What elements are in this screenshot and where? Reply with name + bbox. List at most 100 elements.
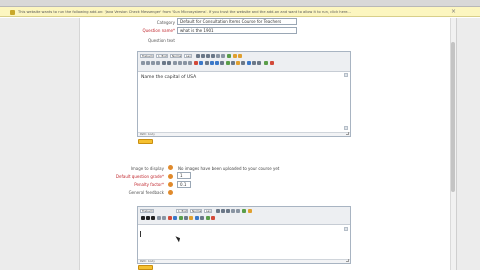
subscript-icon[interactable] (216, 54, 220, 58)
background-color-icon[interactable] (199, 61, 203, 65)
font-family-select[interactable]: Trebuchet (140, 54, 154, 58)
underline-icon[interactable] (226, 209, 230, 213)
align-right-icon[interactable] (151, 216, 155, 220)
special-char-icon[interactable] (241, 61, 245, 65)
search-icon[interactable] (247, 61, 251, 65)
editor-toolbar: Trebuchet 1 (8 pt) Normal Lang (138, 52, 350, 72)
ordered-list-icon[interactable] (157, 216, 161, 220)
html-source-icon[interactable] (200, 216, 204, 220)
shield-icon (10, 9, 15, 15)
editor-scroll-down[interactable] (344, 126, 348, 130)
left-margin (0, 18, 80, 270)
question-name-input[interactable]: what is the 1901 (177, 27, 297, 34)
style-select[interactable]: Normal (170, 54, 182, 58)
help-icon[interactable] (211, 216, 215, 220)
resize-grip-icon[interactable] (346, 132, 349, 135)
subscript-icon[interactable] (231, 209, 235, 213)
question-text-editor[interactable]: Trebuchet 1 (8 pt) Normal Lang (137, 51, 351, 137)
anchor-icon[interactable] (220, 61, 224, 65)
unlink-icon[interactable] (215, 61, 219, 65)
lang-select[interactable]: Lang (184, 54, 192, 58)
lang-select[interactable]: Lang (204, 209, 212, 213)
close-icon[interactable]: × (451, 7, 456, 16)
browser-top-strip (0, 0, 480, 7)
indent-icon[interactable] (188, 61, 192, 65)
clean-icon[interactable] (242, 209, 246, 213)
image-icon[interactable] (179, 216, 183, 220)
question-text-content[interactable]: Name the capital of USA (141, 75, 196, 80)
browser-info-bar[interactable]: This website wants to run the following … (0, 7, 480, 17)
superscript-icon[interactable] (221, 54, 225, 58)
ltr-icon[interactable] (162, 61, 166, 65)
align-center-icon[interactable] (146, 61, 150, 65)
help-icon[interactable] (168, 190, 173, 195)
editor-status-bar: Path: body (138, 259, 350, 263)
general-feedback-label: General feedback (128, 190, 164, 195)
outdent-icon[interactable] (183, 61, 187, 65)
bold-icon[interactable] (216, 209, 220, 213)
editor-toolbar: Trebuchet 1 (8 pt) Normal Lang (138, 207, 350, 225)
italic-icon[interactable] (201, 54, 205, 58)
superscript-icon[interactable] (236, 209, 240, 213)
question-name-label: Question name* (142, 28, 175, 33)
bold-icon[interactable] (196, 54, 200, 58)
ordered-list-icon[interactable] (173, 61, 177, 65)
redo-icon[interactable] (238, 54, 242, 58)
underline-icon[interactable] (206, 54, 210, 58)
editor-scroll-up[interactable] (344, 73, 348, 77)
question-text-label: Question text (147, 38, 175, 43)
style-select[interactable]: Normal (190, 209, 202, 213)
image-value: No images have been uploaded to your cou… (178, 166, 280, 171)
help-button[interactable] (138, 139, 153, 144)
general-feedback-editor[interactable]: Trebuchet 1 (8 pt) Normal Lang Path: bod… (137, 206, 351, 264)
clean-icon[interactable] (227, 54, 231, 58)
table-icon[interactable] (184, 216, 188, 220)
horizontal-rule-icon[interactable] (205, 61, 209, 65)
link-icon[interactable] (173, 216, 177, 220)
undo-icon[interactable] (248, 209, 252, 213)
font-size-select[interactable]: 1 (8 pt) (156, 54, 168, 58)
editor-scroll-up[interactable] (344, 227, 348, 231)
help-icon[interactable] (270, 61, 274, 65)
smiley-icon[interactable] (189, 216, 193, 220)
right-margin (456, 18, 480, 270)
align-center-icon[interactable] (146, 216, 150, 220)
italic-icon[interactable] (221, 209, 225, 213)
align-left-icon[interactable] (141, 216, 145, 220)
align-right-icon[interactable] (151, 61, 155, 65)
penalty-factor-input[interactable]: 0.1 (177, 181, 191, 188)
help-icon[interactable] (168, 182, 173, 187)
justify-icon[interactable] (156, 61, 160, 65)
spellcheck-icon[interactable] (206, 216, 210, 220)
rtl-icon[interactable] (167, 61, 171, 65)
info-bar-text: This website wants to run the following … (18, 10, 351, 14)
table-icon[interactable] (231, 61, 235, 65)
help-icon[interactable] (168, 174, 173, 179)
default-grade-input[interactable]: 1 (177, 172, 191, 179)
fullscreen-icon[interactable] (257, 61, 261, 65)
html-source-icon[interactable] (252, 61, 256, 65)
editor-status-bar: Path: body (138, 132, 350, 136)
align-left-icon[interactable] (141, 61, 145, 65)
search-icon[interactable] (195, 216, 199, 220)
resize-grip-icon[interactable] (346, 259, 349, 262)
text-color-icon[interactable] (194, 61, 198, 65)
font-family-select[interactable]: Trebuchet (140, 209, 154, 213)
unordered-list-icon[interactable] (162, 216, 166, 220)
text-caret (140, 231, 141, 237)
unordered-list-icon[interactable] (178, 61, 182, 65)
strikethrough-icon[interactable] (211, 54, 215, 58)
image-icon[interactable] (226, 61, 230, 65)
spellcheck-icon[interactable] (264, 61, 268, 65)
category-select[interactable]: Default for Consultation Items Course fo… (177, 18, 297, 25)
help-icon[interactable] (168, 165, 173, 170)
font-size-select[interactable]: 1 (8 pt) (176, 209, 188, 213)
help-button[interactable] (138, 265, 153, 270)
default-grade-label: Default question grade* (115, 174, 164, 179)
category-label: Category (156, 20, 175, 25)
page-scroll-thumb[interactable] (451, 42, 455, 192)
smiley-icon[interactable] (236, 61, 240, 65)
undo-icon[interactable] (233, 54, 237, 58)
text-color-icon[interactable] (168, 216, 172, 220)
link-icon[interactable] (210, 61, 214, 65)
